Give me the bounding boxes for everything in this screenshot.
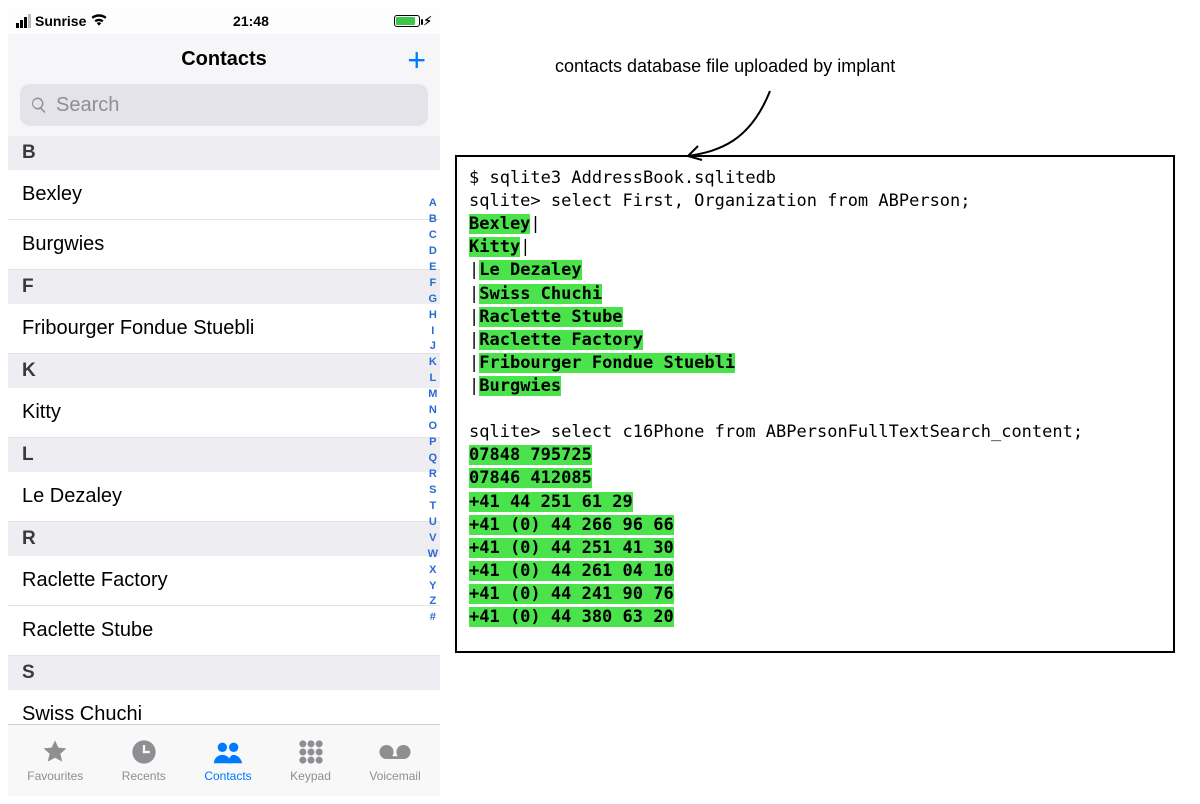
term-line: $ sqlite3 AddressBook.sqlitedb — [469, 168, 776, 188]
index-letter[interactable]: X — [428, 563, 438, 579]
ios-phone-frame: Sunrise 21:48 ⚡︎ Contacts + Search B Bex… — [8, 8, 440, 796]
section-header: L — [8, 438, 440, 472]
term-org: Swiss Chuchi — [479, 284, 602, 304]
annotation-caption: contacts database file uploaded by impla… — [555, 56, 895, 77]
annotation-arrow-icon — [670, 86, 780, 166]
contact-row[interactable]: Bexley — [8, 170, 440, 220]
index-letter[interactable]: U — [428, 515, 438, 531]
index-letter[interactable]: L — [428, 371, 438, 387]
term-phone: +41 (0) 44 251 41 30 — [469, 538, 674, 558]
tab-keypad[interactable]: Keypad — [290, 738, 331, 783]
index-letter[interactable]: Y — [428, 579, 438, 595]
nav-bar: Contacts + — [8, 34, 440, 84]
contact-row[interactable]: Kitty — [8, 388, 440, 438]
index-letter[interactable]: I — [428, 324, 438, 340]
index-letter[interactable]: F — [428, 276, 438, 292]
tab-voicemail[interactable]: Voicemail — [369, 738, 420, 783]
contact-row[interactable]: Swiss Chuchi — [8, 690, 440, 724]
index-letter[interactable]: N — [428, 403, 438, 419]
index-letter[interactable]: M — [428, 387, 438, 403]
term-first: Bexley — [469, 214, 530, 234]
search-placeholder: Search — [56, 94, 119, 117]
contact-row[interactable]: Raclette Factory — [8, 556, 440, 606]
status-bar: Sunrise 21:48 ⚡︎ — [8, 8, 440, 34]
keypad-icon — [295, 738, 327, 766]
index-letter[interactable]: J — [428, 339, 438, 355]
tab-contacts[interactable]: Contacts — [204, 738, 251, 783]
tab-favourites[interactable]: Favourites — [27, 738, 83, 783]
index-letter[interactable]: Q — [428, 451, 438, 467]
term-phone: +41 (0) 44 380 63 20 — [469, 607, 674, 627]
index-letter[interactable]: # — [428, 610, 438, 626]
term-line: sqlite> select c16Phone from ABPersonFul… — [469, 422, 1083, 442]
index-letter[interactable]: G — [428, 292, 438, 308]
tab-label: Favourites — [27, 769, 83, 783]
index-letter[interactable]: H — [428, 308, 438, 324]
contacts-list[interactable]: B Bexley Burgwies F Fribourger Fondue St… — [8, 136, 440, 724]
index-letter[interactable]: E — [428, 260, 438, 276]
wifi-icon — [90, 12, 108, 30]
index-letter[interactable]: S — [428, 483, 438, 499]
tab-label: Recents — [122, 769, 166, 783]
term-phone: +41 (0) 44 241 90 76 — [469, 584, 674, 604]
contact-row[interactable]: Burgwies — [8, 220, 440, 270]
voicemail-icon — [379, 738, 411, 766]
term-phone: 07848 795725 — [469, 445, 592, 465]
index-letter[interactable]: T — [428, 499, 438, 515]
signal-icon — [16, 14, 31, 28]
index-letter[interactable]: V — [428, 531, 438, 547]
section-header: K — [8, 354, 440, 388]
section-header: R — [8, 522, 440, 556]
term-org: Raclette Stube — [479, 307, 622, 327]
index-letter[interactable]: P — [428, 435, 438, 451]
carrier-label: Sunrise — [35, 13, 86, 29]
index-letter[interactable]: Z — [428, 594, 438, 610]
tab-label: Voicemail — [369, 769, 420, 783]
term-first: Kitty — [469, 237, 520, 257]
battery-icon — [394, 15, 420, 27]
term-phone: +41 (0) 44 261 04 10 — [469, 561, 674, 581]
contact-row[interactable]: Raclette Stube — [8, 606, 440, 656]
term-org: Raclette Factory — [479, 330, 643, 350]
index-letter[interactable]: A — [428, 196, 438, 212]
section-header: B — [8, 136, 440, 170]
add-contact-button[interactable]: + — [407, 44, 426, 76]
contact-row[interactable]: Le Dezaley — [8, 472, 440, 522]
charging-icon: ⚡︎ — [424, 14, 432, 28]
term-phone: +41 (0) 44 266 96 66 — [469, 515, 674, 535]
tab-label: Keypad — [290, 769, 331, 783]
index-letter[interactable]: R — [428, 467, 438, 483]
alphabet-index[interactable]: ABCDEFGHIJKLMNOPQRSTUVWXYZ# — [428, 196, 438, 626]
index-letter[interactable]: W — [428, 547, 438, 563]
star-icon — [39, 738, 71, 766]
term-org: Fribourger Fondue Stuebli — [479, 353, 735, 373]
page-title: Contacts — [181, 48, 267, 71]
index-letter[interactable]: C — [428, 228, 438, 244]
terminal-output: $ sqlite3 AddressBook.sqlitedb sqlite> s… — [455, 155, 1175, 653]
term-phone: 07846 412085 — [469, 468, 592, 488]
section-header: F — [8, 270, 440, 304]
term-org: Burgwies — [479, 376, 561, 396]
search-input[interactable]: Search — [20, 84, 428, 126]
term-org: Le Dezaley — [479, 260, 581, 280]
index-letter[interactable]: D — [428, 244, 438, 260]
clock: 21:48 — [233, 13, 269, 29]
index-letter[interactable]: K — [428, 355, 438, 371]
index-letter[interactable]: B — [428, 212, 438, 228]
tab-recents[interactable]: Recents — [122, 738, 166, 783]
search-icon — [30, 96, 48, 114]
clock-icon — [128, 738, 160, 766]
tab-bar: Favourites Recents Contacts Keypad — [8, 724, 440, 796]
contact-row[interactable]: Fribourger Fondue Stuebli — [8, 304, 440, 354]
section-header: S — [8, 656, 440, 690]
term-line: sqlite> select First, Organization from … — [469, 191, 971, 211]
index-letter[interactable]: O — [428, 419, 438, 435]
contacts-icon — [212, 738, 244, 766]
term-phone: +41 44 251 61 29 — [469, 492, 633, 512]
tab-label: Contacts — [204, 769, 251, 783]
